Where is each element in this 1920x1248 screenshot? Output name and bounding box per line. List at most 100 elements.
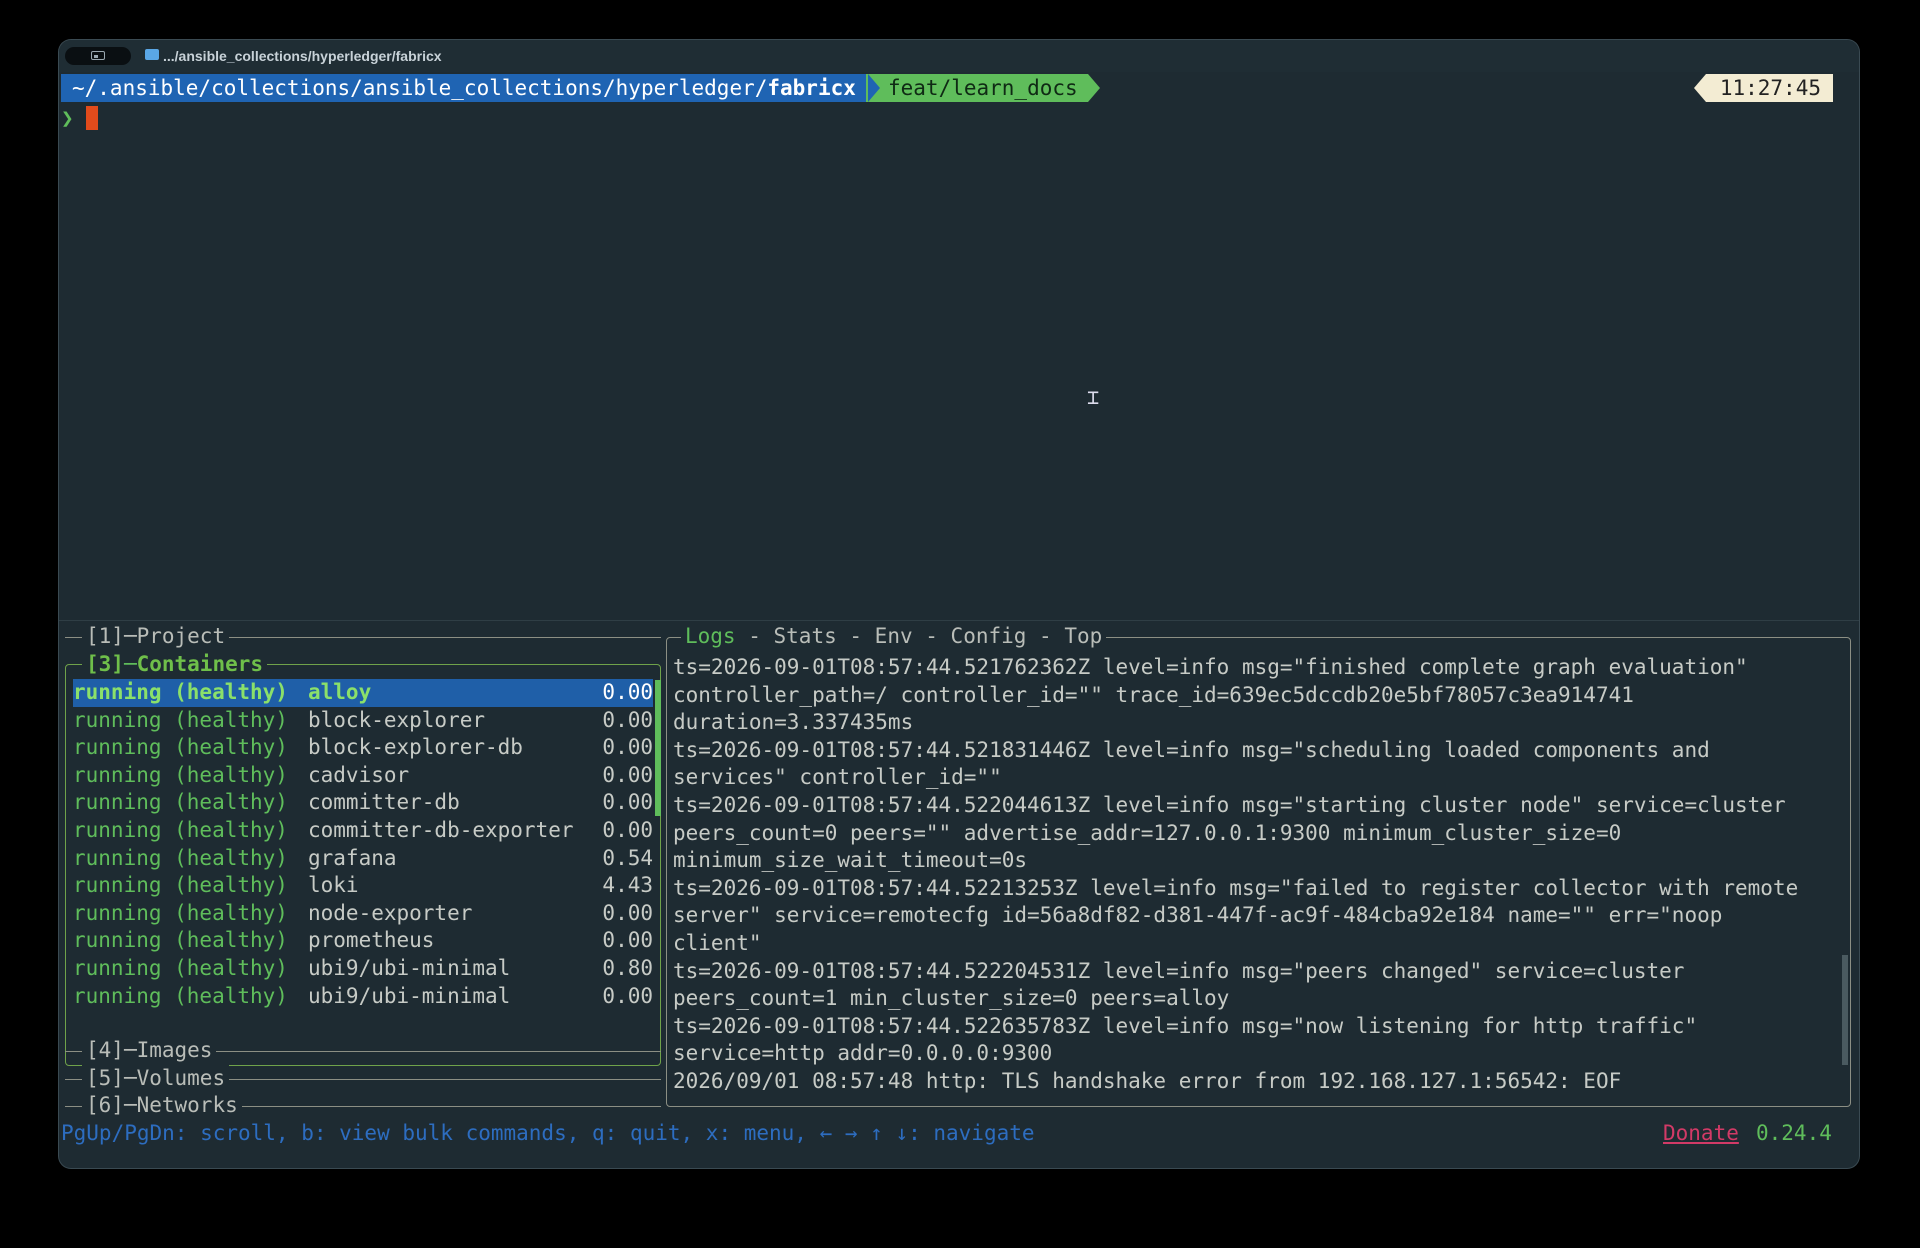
- ibeam-cursor-icon: ⌶: [1087, 385, 1100, 409]
- version-label: 0.24.4: [1756, 1121, 1832, 1145]
- log-line: ts=2026-09-01T08:57:44.522044613Z level=…: [673, 792, 1786, 817]
- container-cpu: 0.00: [602, 735, 653, 760]
- log-line: services" controller_id="": [673, 765, 1002, 790]
- tab-stats[interactable]: Stats: [774, 624, 837, 648]
- container-cpu: 0.00: [602, 707, 653, 732]
- volumes-panel-number: [5]: [86, 1066, 124, 1090]
- volumes-panel-title[interactable]: [5]─Volumes: [82, 1065, 230, 1093]
- prompt-time: 11:27:45: [1705, 74, 1833, 102]
- images-panel-number: [4]: [86, 1038, 124, 1062]
- container-name: committer-db: [308, 790, 460, 815]
- log-line: minimum_size_wait_timeout=0s: [673, 848, 1028, 873]
- container-cpu: 0.00: [602, 762, 653, 787]
- tab-separator: -: [912, 624, 951, 648]
- log-line: controller_path=/ controller_id="" trace…: [673, 682, 1634, 707]
- tab-top[interactable]: Top: [1064, 624, 1102, 648]
- text-cursor: [86, 106, 98, 130]
- container-row[interactable]: running (healthy) alloy 0.00: [73, 679, 653, 707]
- containers-panel-title[interactable]: [3]─Containers: [82, 651, 268, 679]
- container-row[interactable]: running (healthy) grafana 0.54: [73, 845, 653, 873]
- prompt-chevron-icon: ❯: [61, 106, 74, 130]
- log-line: duration=3.337435ms: [673, 710, 914, 735]
- keybinding-help: PgUp/PgDn: scroll, b: view bulk commands…: [61, 1121, 1035, 1145]
- container-status: running (healthy): [73, 900, 288, 925]
- containers-panel-label: Containers: [136, 652, 264, 676]
- container-status: running (healthy): [73, 735, 288, 760]
- containers-scrollbar[interactable]: [655, 680, 661, 816]
- container-status: running (healthy): [73, 983, 288, 1008]
- project-panel-label: Project: [136, 624, 226, 648]
- networks-panel-label: Networks: [136, 1093, 238, 1117]
- containers-panel-number: [3]: [86, 652, 124, 676]
- branch-separator-arrow: [1088, 74, 1100, 102]
- donate-link[interactable]: Donate: [1663, 1120, 1739, 1148]
- container-status: running (healthy): [73, 873, 288, 898]
- command-input-line[interactable]: ❯: [59, 104, 1859, 132]
- container-status: running (healthy): [73, 790, 288, 815]
- container-name: alloy: [308, 680, 372, 704]
- container-name: grafana: [308, 845, 397, 870]
- container-status: running (healthy): [73, 707, 288, 732]
- container-status: running (healthy): [73, 956, 288, 980]
- log-line: ts=2026-09-01T08:57:44.522204531Z level=…: [673, 958, 1685, 983]
- container-row[interactable]: running (healthy) cadvisor 0.00: [73, 762, 653, 790]
- container-name: node-exporter: [308, 900, 473, 925]
- project-panel-title[interactable]: [1]─Project: [82, 623, 230, 651]
- container-cpu: 0.00: [602, 680, 653, 704]
- images-panel-label: Images: [136, 1038, 213, 1062]
- folder-icon: [145, 49, 159, 60]
- terminal-tab[interactable]: [65, 47, 131, 65]
- log-line: server" service=remotecfg id=56a8df82-d3…: [673, 903, 1723, 928]
- prompt-path-current: fabricx: [767, 76, 856, 100]
- container-row[interactable]: running (healthy) prometheus 0.00: [73, 927, 653, 955]
- terminal-window: .../ansible_collections/hyperledger/fabr…: [59, 40, 1859, 1168]
- logs-scrollbar[interactable]: [1842, 955, 1848, 1065]
- tab-separator: -: [1026, 624, 1065, 648]
- screen-icon: [91, 51, 105, 60]
- container-cpu: 0.00: [602, 983, 653, 1008]
- container-row[interactable]: running (healthy) committer-db-exporter 0.…: [73, 817, 653, 845]
- networks-panel-number: [6]: [86, 1093, 124, 1117]
- networks-panel-title[interactable]: [6]─Networks: [82, 1092, 242, 1120]
- container-row[interactable]: running (healthy) committer-db 0.00: [73, 789, 653, 817]
- pane-divider: [59, 620, 1859, 621]
- container-status: running (healthy): [73, 762, 288, 787]
- container-row[interactable]: running (healthy) node-exporter 0.00: [73, 900, 653, 928]
- log-output[interactable]: ts=2026-09-01T08:57:44.521762362Z level=…: [673, 654, 1843, 1096]
- tab-logs[interactable]: Logs: [685, 624, 736, 648]
- container-name: block-explorer-db: [308, 735, 523, 760]
- container-row[interactable]: running (healthy) block-explorer-db 0.00: [73, 734, 653, 762]
- log-line: peers_count=0 peers="" advertise_addr=12…: [673, 820, 1622, 845]
- container-row[interactable]: running (healthy) block-explorer 0.00: [73, 707, 653, 735]
- container-cpu: 0.00: [602, 900, 653, 925]
- container-name: ubi9/ubi-minimal: [308, 983, 511, 1008]
- container-cpu: 0.00: [602, 790, 653, 815]
- container-row[interactable]: running (healthy) loki 4.43: [73, 872, 653, 900]
- window-title: .../ansible_collections/hyperledger/fabr…: [163, 48, 442, 64]
- container-row[interactable]: running (healthy) ubi9/ubi-minimal 0.80: [73, 955, 653, 983]
- prompt-path-prefix: ~/.ansible/collections/ansible_collectio…: [72, 76, 768, 100]
- log-line: ts=2026-09-01T08:57:44.522635783Z level=…: [673, 1013, 1698, 1038]
- images-panel-title[interactable]: [4]─Images: [82, 1037, 217, 1065]
- git-branch: feat/learn_docs: [866, 74, 1088, 102]
- log-line: 2026/09/01 08:57:48 http: TLS handshake …: [673, 1068, 1622, 1093]
- time-separator-arrow: [1694, 74, 1706, 102]
- container-status: running (healthy): [73, 845, 288, 870]
- container-row[interactable]: running (healthy) ubi9/ubi-minimal 0.00: [73, 983, 653, 1011]
- container-status: running (healthy): [73, 818, 288, 842]
- container-cpu: 0.00: [602, 818, 653, 842]
- volumes-panel-label: Volumes: [136, 1066, 226, 1090]
- title-bar: .../ansible_collections/hyperledger/fabr…: [59, 40, 1859, 72]
- log-line: ts=2026-09-01T08:57:44.521762362Z level=…: [673, 655, 1748, 679]
- prompt-separator-arrow: [868, 74, 880, 102]
- container-name: committer-db-exporter: [308, 818, 574, 842]
- project-panel-number: [1]: [86, 624, 124, 648]
- container-cpu: 0.00: [602, 928, 653, 953]
- log-line: service=http addr=0.0.0.0:9300: [673, 1041, 1053, 1066]
- logs-tab-bar: Logs - Stats - Env - Config - Top: [681, 623, 1107, 651]
- log-line: client": [673, 930, 762, 955]
- container-status: running (healthy): [73, 680, 288, 704]
- container-name: loki: [308, 873, 359, 898]
- tab-env[interactable]: Env: [875, 624, 913, 648]
- tab-config[interactable]: Config: [951, 624, 1027, 648]
